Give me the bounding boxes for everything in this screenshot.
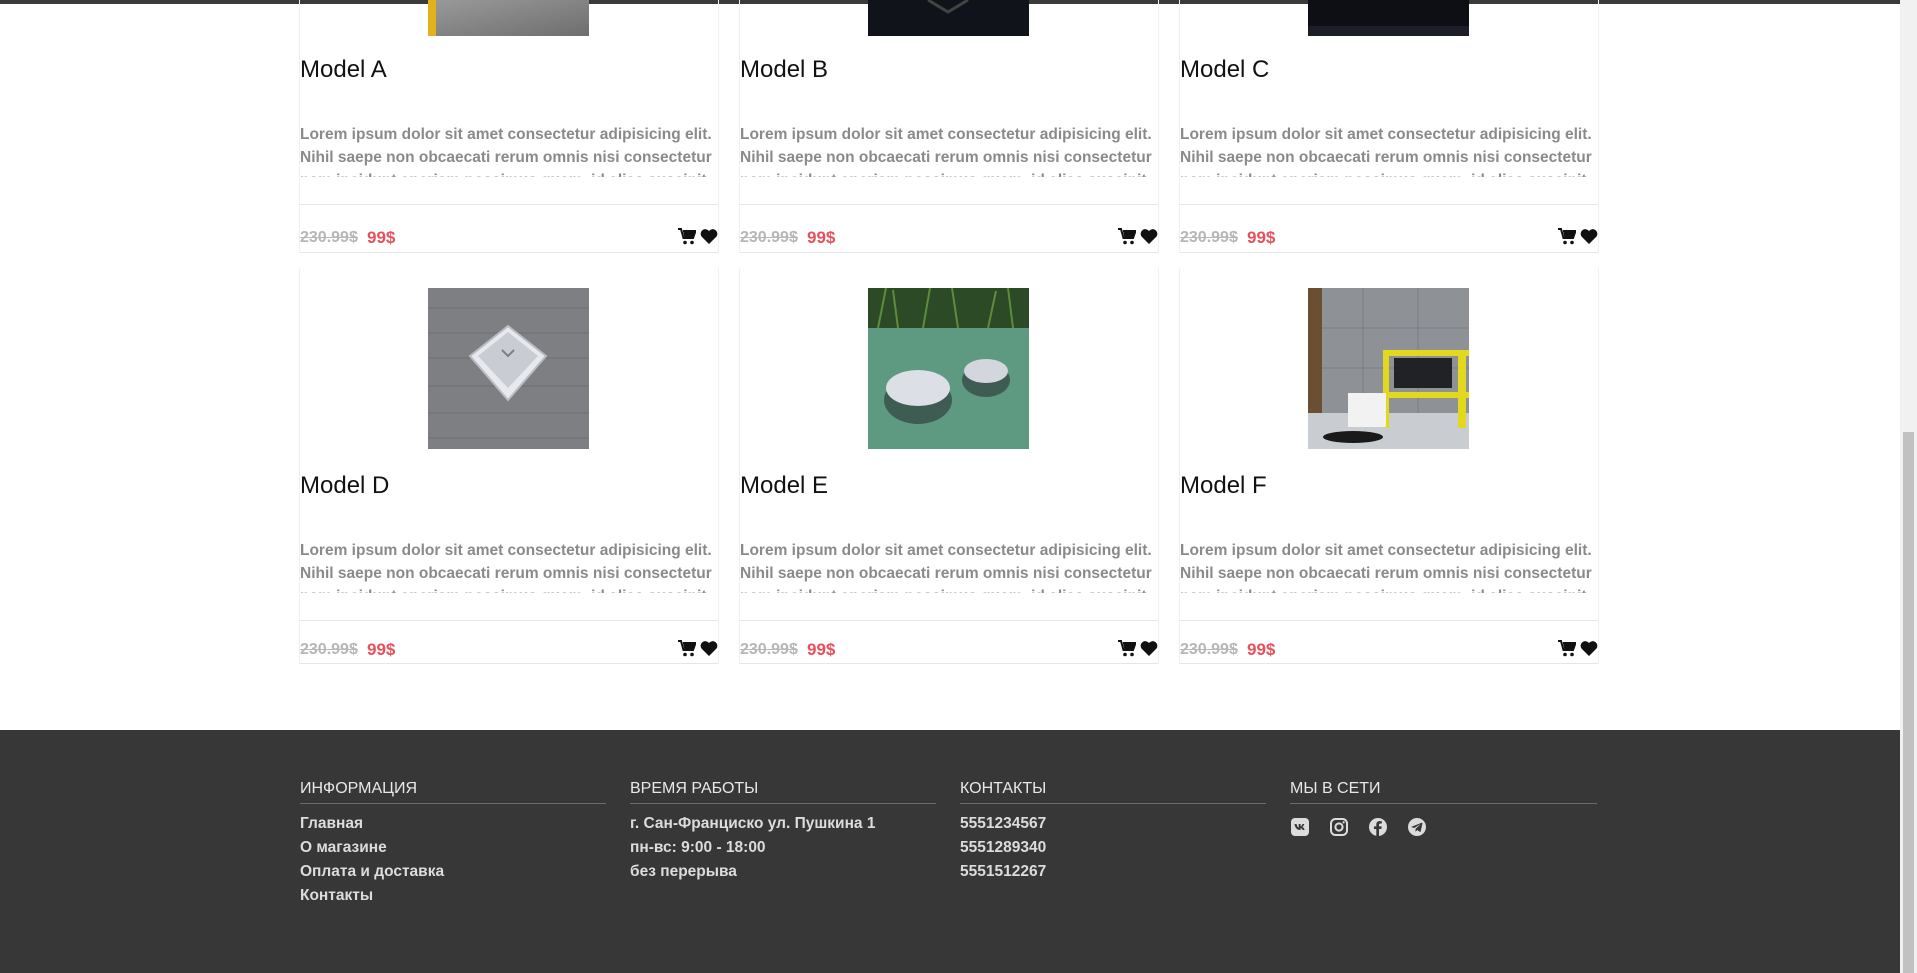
footer-info-column: Информация Главная О магазине Оплата и д… (300, 780, 606, 908)
card-divider (1180, 620, 1598, 621)
product-image[interactable] (1308, 0, 1469, 36)
card-border (718, 0, 719, 253)
card-divider (300, 620, 718, 621)
product-description: Lorem ipsum dolor sit amet consectetur a… (300, 542, 712, 593)
footer-heading: Информация (300, 780, 606, 804)
cart-icon[interactable] (678, 640, 697, 657)
footer-phone[interactable]: 5551234567 (960, 812, 1266, 836)
card-border (299, 268, 300, 664)
footer-heading: Контакты (960, 780, 1266, 804)
cart-icon[interactable] (1118, 640, 1137, 657)
cart-icon[interactable] (678, 228, 697, 245)
product-title[interactable]: Model A (300, 56, 387, 84)
footer-link-about[interactable]: О магазине (300, 836, 606, 860)
card-divider (1180, 204, 1598, 205)
footer-link-contacts[interactable]: Контакты (300, 884, 606, 908)
instagram-icon[interactable] (1329, 817, 1349, 837)
scrollbar-thumb[interactable] (1903, 432, 1914, 973)
heart-icon[interactable] (1580, 640, 1598, 657)
card-border (1598, 0, 1599, 253)
product-image[interactable] (428, 0, 589, 36)
heart-icon[interactable] (1140, 640, 1158, 657)
telegram-icon[interactable] (1407, 817, 1427, 837)
product-card: Model E Lorem ipsum dolor sit amet conse… (739, 268, 1159, 664)
footer-address: г. Сан-Франциско ул. Пушкина 1 (630, 815, 876, 832)
footer-hours-column: Время работы г. Сан-Франциско ул. Пушкин… (630, 780, 936, 884)
heart-icon[interactable] (1580, 228, 1598, 245)
card-border (1598, 268, 1599, 664)
new-price: 99$ (807, 640, 836, 659)
footer-heading: Мы в сети (1290, 780, 1597, 804)
old-price: 230.99$ (1180, 229, 1238, 246)
scrollbar[interactable] (1900, 0, 1917, 973)
product-card: Model C Lorem ipsum dolor sit amet conse… (1179, 0, 1599, 253)
card-border (739, 268, 740, 664)
old-price: 230.99$ (300, 641, 358, 658)
product-description: Lorem ipsum dolor sit amet consectetur a… (300, 126, 712, 177)
product-card: Model B Lorem ipsum dolor sit amet conse… (739, 0, 1159, 253)
footer-contacts-column: Контакты 5551234567 5551289340 555151226… (960, 780, 1266, 884)
footer-social-column: Мы в сети (1290, 780, 1597, 837)
new-price: 99$ (807, 228, 836, 247)
old-price: 230.99$ (1180, 641, 1238, 658)
footer-heading: Время работы (630, 780, 936, 804)
card-divider (740, 620, 1158, 621)
footer-link-home[interactable]: Главная (300, 812, 606, 836)
footer-link-delivery[interactable]: Оплата и доставка (300, 860, 606, 884)
old-price: 230.99$ (740, 229, 798, 246)
footer-phone[interactable]: 5551289340 (960, 836, 1266, 860)
product-title[interactable]: Model D (300, 472, 389, 500)
old-price: 230.99$ (740, 641, 798, 658)
product-title[interactable]: Model B (740, 56, 828, 84)
card-border (718, 268, 719, 664)
new-price: 99$ (1247, 640, 1276, 659)
cart-icon[interactable] (1118, 228, 1137, 245)
site-footer: Информация Главная О магазине Оплата и д… (0, 730, 1900, 973)
vk-icon[interactable] (1290, 817, 1310, 837)
new-price: 99$ (367, 640, 396, 659)
card-border (1158, 0, 1159, 253)
footer-phone[interactable]: 5551512267 (960, 860, 1266, 884)
card-divider (740, 204, 1158, 205)
product-grid: Model A Lorem ipsum dolor sit amet conse… (299, 0, 1599, 670)
footer-break-note: без перерыва (630, 863, 737, 880)
product-title[interactable]: Model C (1180, 56, 1269, 84)
product-description: Lorem ipsum dolor sit amet consectetur a… (740, 542, 1152, 593)
product-description: Lorem ipsum dolor sit amet consectetur a… (1180, 542, 1592, 593)
product-image[interactable] (428, 288, 589, 449)
card-border (1179, 268, 1180, 664)
product-image[interactable] (868, 0, 1029, 36)
new-price: 99$ (1247, 228, 1276, 247)
cart-icon[interactable] (1558, 228, 1577, 245)
product-image[interactable] (1308, 288, 1469, 449)
product-title[interactable]: Model F (1180, 472, 1267, 500)
product-card: Model D Lorem ipsum dolor sit amet conse… (299, 268, 719, 664)
facebook-icon[interactable] (1368, 817, 1388, 837)
old-price: 230.99$ (300, 229, 358, 246)
product-description: Lorem ipsum dolor sit amet consectetur a… (1180, 126, 1592, 177)
product-card: Model A Lorem ipsum dolor sit amet conse… (299, 0, 719, 253)
footer-hours: пн-вс: 9:00 - 18:00 (630, 839, 766, 856)
product-title[interactable]: Model E (740, 472, 828, 500)
heart-icon[interactable] (700, 228, 718, 245)
heart-icon[interactable] (700, 640, 718, 657)
product-image[interactable] (868, 288, 1029, 449)
card-divider (300, 204, 718, 205)
new-price: 99$ (367, 228, 396, 247)
product-description: Lorem ipsum dolor sit amet consectetur a… (740, 126, 1152, 177)
cart-icon[interactable] (1558, 640, 1577, 657)
product-card: Model F Lorem ipsum dolor sit amet conse… (1179, 268, 1599, 664)
card-border (1158, 268, 1159, 664)
heart-icon[interactable] (1140, 228, 1158, 245)
